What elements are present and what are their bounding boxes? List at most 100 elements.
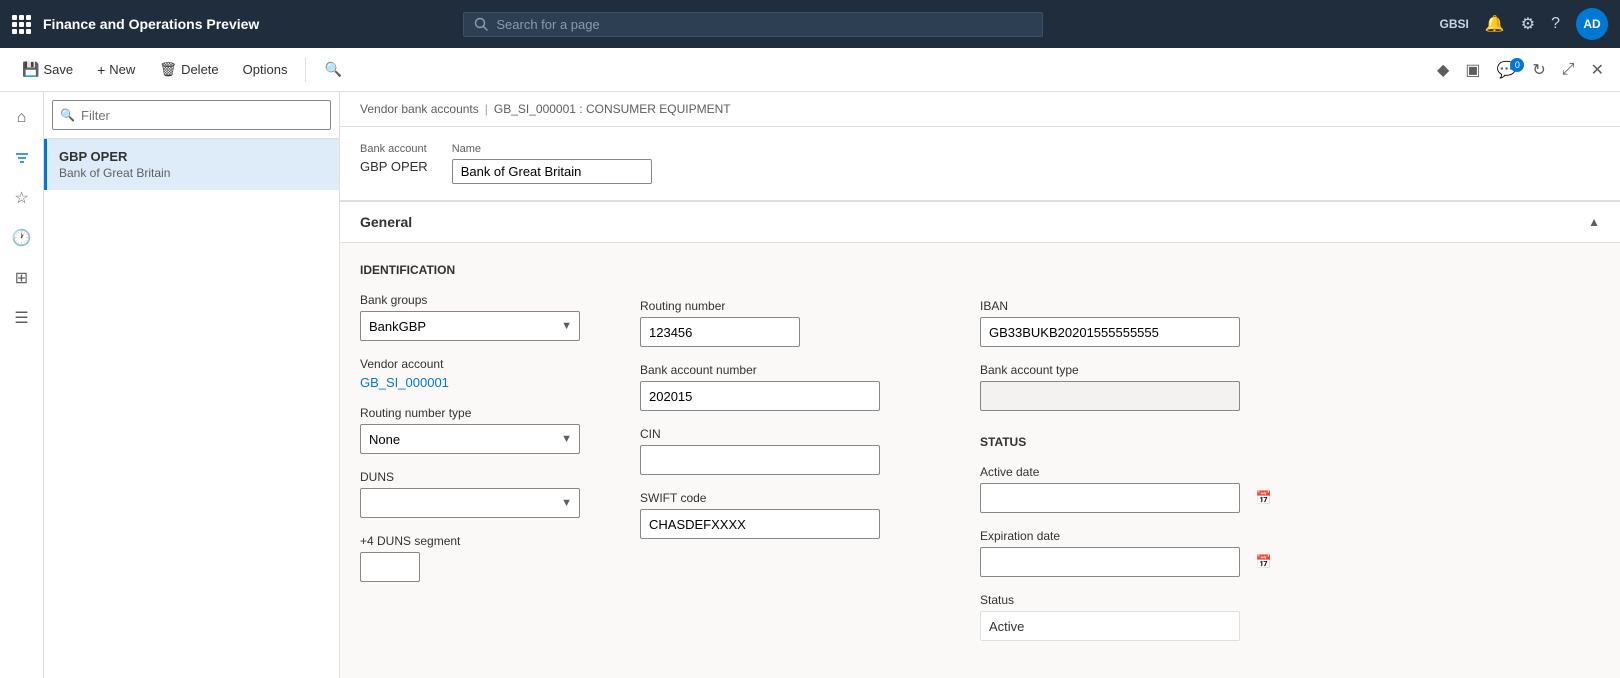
toolbar-separator xyxy=(305,58,306,82)
bank-account-type-field: Bank account type xyxy=(980,363,1280,411)
routing-number-type-label: Routing number type xyxy=(360,406,580,420)
name-field: Name xyxy=(452,143,652,184)
expiration-date-input[interactable] xyxy=(980,547,1240,577)
active-date-wrap: 📅 xyxy=(980,483,1280,513)
bank-account-label: Bank account xyxy=(360,143,428,155)
numbers-col: Routing number Bank account number CIN xyxy=(640,263,920,641)
diamond-icon[interactable]: ◆ xyxy=(1433,56,1453,84)
list-panel: 🔍 GBP OPER Bank of Great Britain xyxy=(44,92,340,678)
toolbar: 💾 Save + New 🗑 Delete Options 🔍 ◆ ▣ 💬 0 … xyxy=(0,48,1620,92)
nav-label: GBSI xyxy=(1439,17,1468,31)
section-header[interactable]: General ▲ xyxy=(340,201,1620,243)
section-title: General xyxy=(360,214,412,230)
iban-status-col: IBAN Bank account type STATUS Active dat… xyxy=(980,263,1280,641)
routing-number-field: Routing number xyxy=(640,299,920,347)
search-input[interactable] xyxy=(496,17,1032,32)
global-search[interactable] xyxy=(463,12,1043,37)
bank-account-value: GBP OPER xyxy=(360,159,428,174)
duns-segment-input[interactable] xyxy=(360,552,420,582)
refresh-icon[interactable]: ↻ xyxy=(1528,56,1549,84)
vendor-account-link[interactable]: GB_SI_000001 xyxy=(360,375,580,390)
grid-menu-icon[interactable] xyxy=(12,15,31,34)
notification-badge: 0 xyxy=(1510,58,1524,72)
detail-panel: Vendor bank accounts | GB_SI_000001 : CO… xyxy=(340,92,1620,678)
expiration-date-calendar-icon[interactable]: 📅 xyxy=(1256,554,1272,570)
list-item-title: GBP OPER xyxy=(59,149,327,164)
home-icon[interactable]: ⌂ xyxy=(4,100,40,136)
status-field: Status Active xyxy=(980,593,1280,641)
filter-search-icon: 🔍 xyxy=(60,108,75,122)
iban-label: IBAN xyxy=(980,299,1280,313)
vendor-account-field: Vendor account GB_SI_000001 xyxy=(360,357,580,390)
duns-select[interactable] xyxy=(360,488,580,518)
bank-groups-field: Bank groups BankGBP ▼ xyxy=(360,293,580,341)
settings-icon[interactable]: ⚙ xyxy=(1521,14,1535,34)
active-date-field: Active date 📅 xyxy=(980,465,1280,513)
duns-select-wrap: ▼ xyxy=(360,488,580,518)
iban-field: IBAN xyxy=(980,299,1280,347)
clock-icon[interactable]: 🕐 xyxy=(4,220,40,256)
collapse-icon: ▲ xyxy=(1588,215,1600,229)
list-item-subtitle: Bank of Great Britain xyxy=(59,166,327,180)
active-date-calendar-icon[interactable]: 📅 xyxy=(1256,490,1272,506)
delete-button[interactable]: 🗑 Delete xyxy=(149,57,228,82)
expiration-date-label: Expiration date xyxy=(980,529,1280,543)
vendor-account-label: Vendor account xyxy=(360,357,580,371)
expiration-date-field: Expiration date 📅 xyxy=(980,529,1280,577)
identification-col: IDENTIFICATION Bank groups BankGBP ▼ xyxy=(360,263,580,641)
grid-icon[interactable]: ⊞ xyxy=(4,260,40,296)
save-button[interactable]: 💾 Save xyxy=(12,57,83,82)
general-section: General ▲ IDENTIFICATION Bank groups xyxy=(340,201,1620,661)
cin-input[interactable] xyxy=(640,445,880,475)
routing-number-type-select[interactable]: None xyxy=(360,424,580,454)
cin-field: CIN xyxy=(640,427,920,475)
list-icon[interactable]: ☰ xyxy=(4,300,40,336)
name-input[interactable] xyxy=(452,159,652,184)
bank-groups-select-wrap: BankGBP ▼ xyxy=(360,311,580,341)
routing-number-input[interactable] xyxy=(640,317,800,347)
top-nav: Finance and Operations Preview GBSI 🔔 ⚙ … xyxy=(0,0,1620,48)
options-button[interactable]: Options xyxy=(233,58,298,81)
main-layout: ⌂ ☆ 🕐 ⊞ ☰ 🔍 GBP OPER Bank of Great Brita… xyxy=(0,92,1620,678)
list-items: GBP OPER Bank of Great Britain xyxy=(44,139,339,678)
app-title: Finance and Operations Preview xyxy=(43,16,259,32)
breadcrumb-separator: | xyxy=(485,102,488,116)
user-avatar[interactable]: AD xyxy=(1576,8,1608,40)
filter-input[interactable] xyxy=(52,100,331,130)
status-label: Status xyxy=(980,593,1280,607)
swift-code-field: SWIFT code xyxy=(640,491,920,539)
list-item[interactable]: GBP OPER Bank of Great Britain xyxy=(44,139,339,190)
iban-input[interactable] xyxy=(980,317,1240,347)
filter-icon[interactable]: 🔍 xyxy=(314,57,351,82)
bank-groups-label: Bank groups xyxy=(360,293,580,307)
active-date-input[interactable] xyxy=(980,483,1240,513)
notification-icon[interactable]: 🔔 xyxy=(1485,14,1505,34)
help-icon[interactable]: ? xyxy=(1551,15,1560,33)
bank-groups-select[interactable]: BankGBP xyxy=(360,311,580,341)
bank-account-number-label: Bank account number xyxy=(640,363,920,377)
bank-account-field: Bank account GBP OPER xyxy=(360,143,428,174)
swift-code-input[interactable] xyxy=(640,509,880,539)
duns-segment-field: +4 DUNS segment xyxy=(360,534,580,582)
duns-segment-label: +4 DUNS segment xyxy=(360,534,580,548)
close-icon[interactable]: ✕ xyxy=(1587,56,1608,84)
side-icons: ⌂ ☆ 🕐 ⊞ ☰ xyxy=(0,92,44,678)
panel-icon[interactable]: ▣ xyxy=(1461,56,1484,84)
routing-number-label: Routing number xyxy=(640,299,920,313)
section-body: IDENTIFICATION Bank groups BankGBP ▼ xyxy=(340,243,1620,661)
search-icon xyxy=(474,17,488,31)
bank-account-number-input[interactable] xyxy=(640,381,880,411)
toolbar-right-actions: ◆ ▣ 💬 0 ↻ ⤢ ✕ xyxy=(1433,56,1608,84)
filter-side-icon[interactable] xyxy=(4,140,40,176)
new-button[interactable]: + New xyxy=(87,58,145,82)
breadcrumb: Vendor bank accounts | GB_SI_000001 : CO… xyxy=(340,92,1620,127)
bank-account-number-field: Bank account number xyxy=(640,363,920,411)
identification-heading-field: IDENTIFICATION xyxy=(360,263,580,277)
expand-icon[interactable]: ⤢ xyxy=(1558,57,1579,83)
star-icon[interactable]: ☆ xyxy=(4,180,40,216)
routing-number-type-field: Routing number type None ▼ xyxy=(360,406,580,454)
status-value: Active xyxy=(980,611,1240,641)
active-date-label: Active date xyxy=(980,465,1280,479)
record-header: Bank account GBP OPER Name xyxy=(340,127,1620,201)
top-nav-right: GBSI 🔔 ⚙ ? AD xyxy=(1439,8,1608,40)
